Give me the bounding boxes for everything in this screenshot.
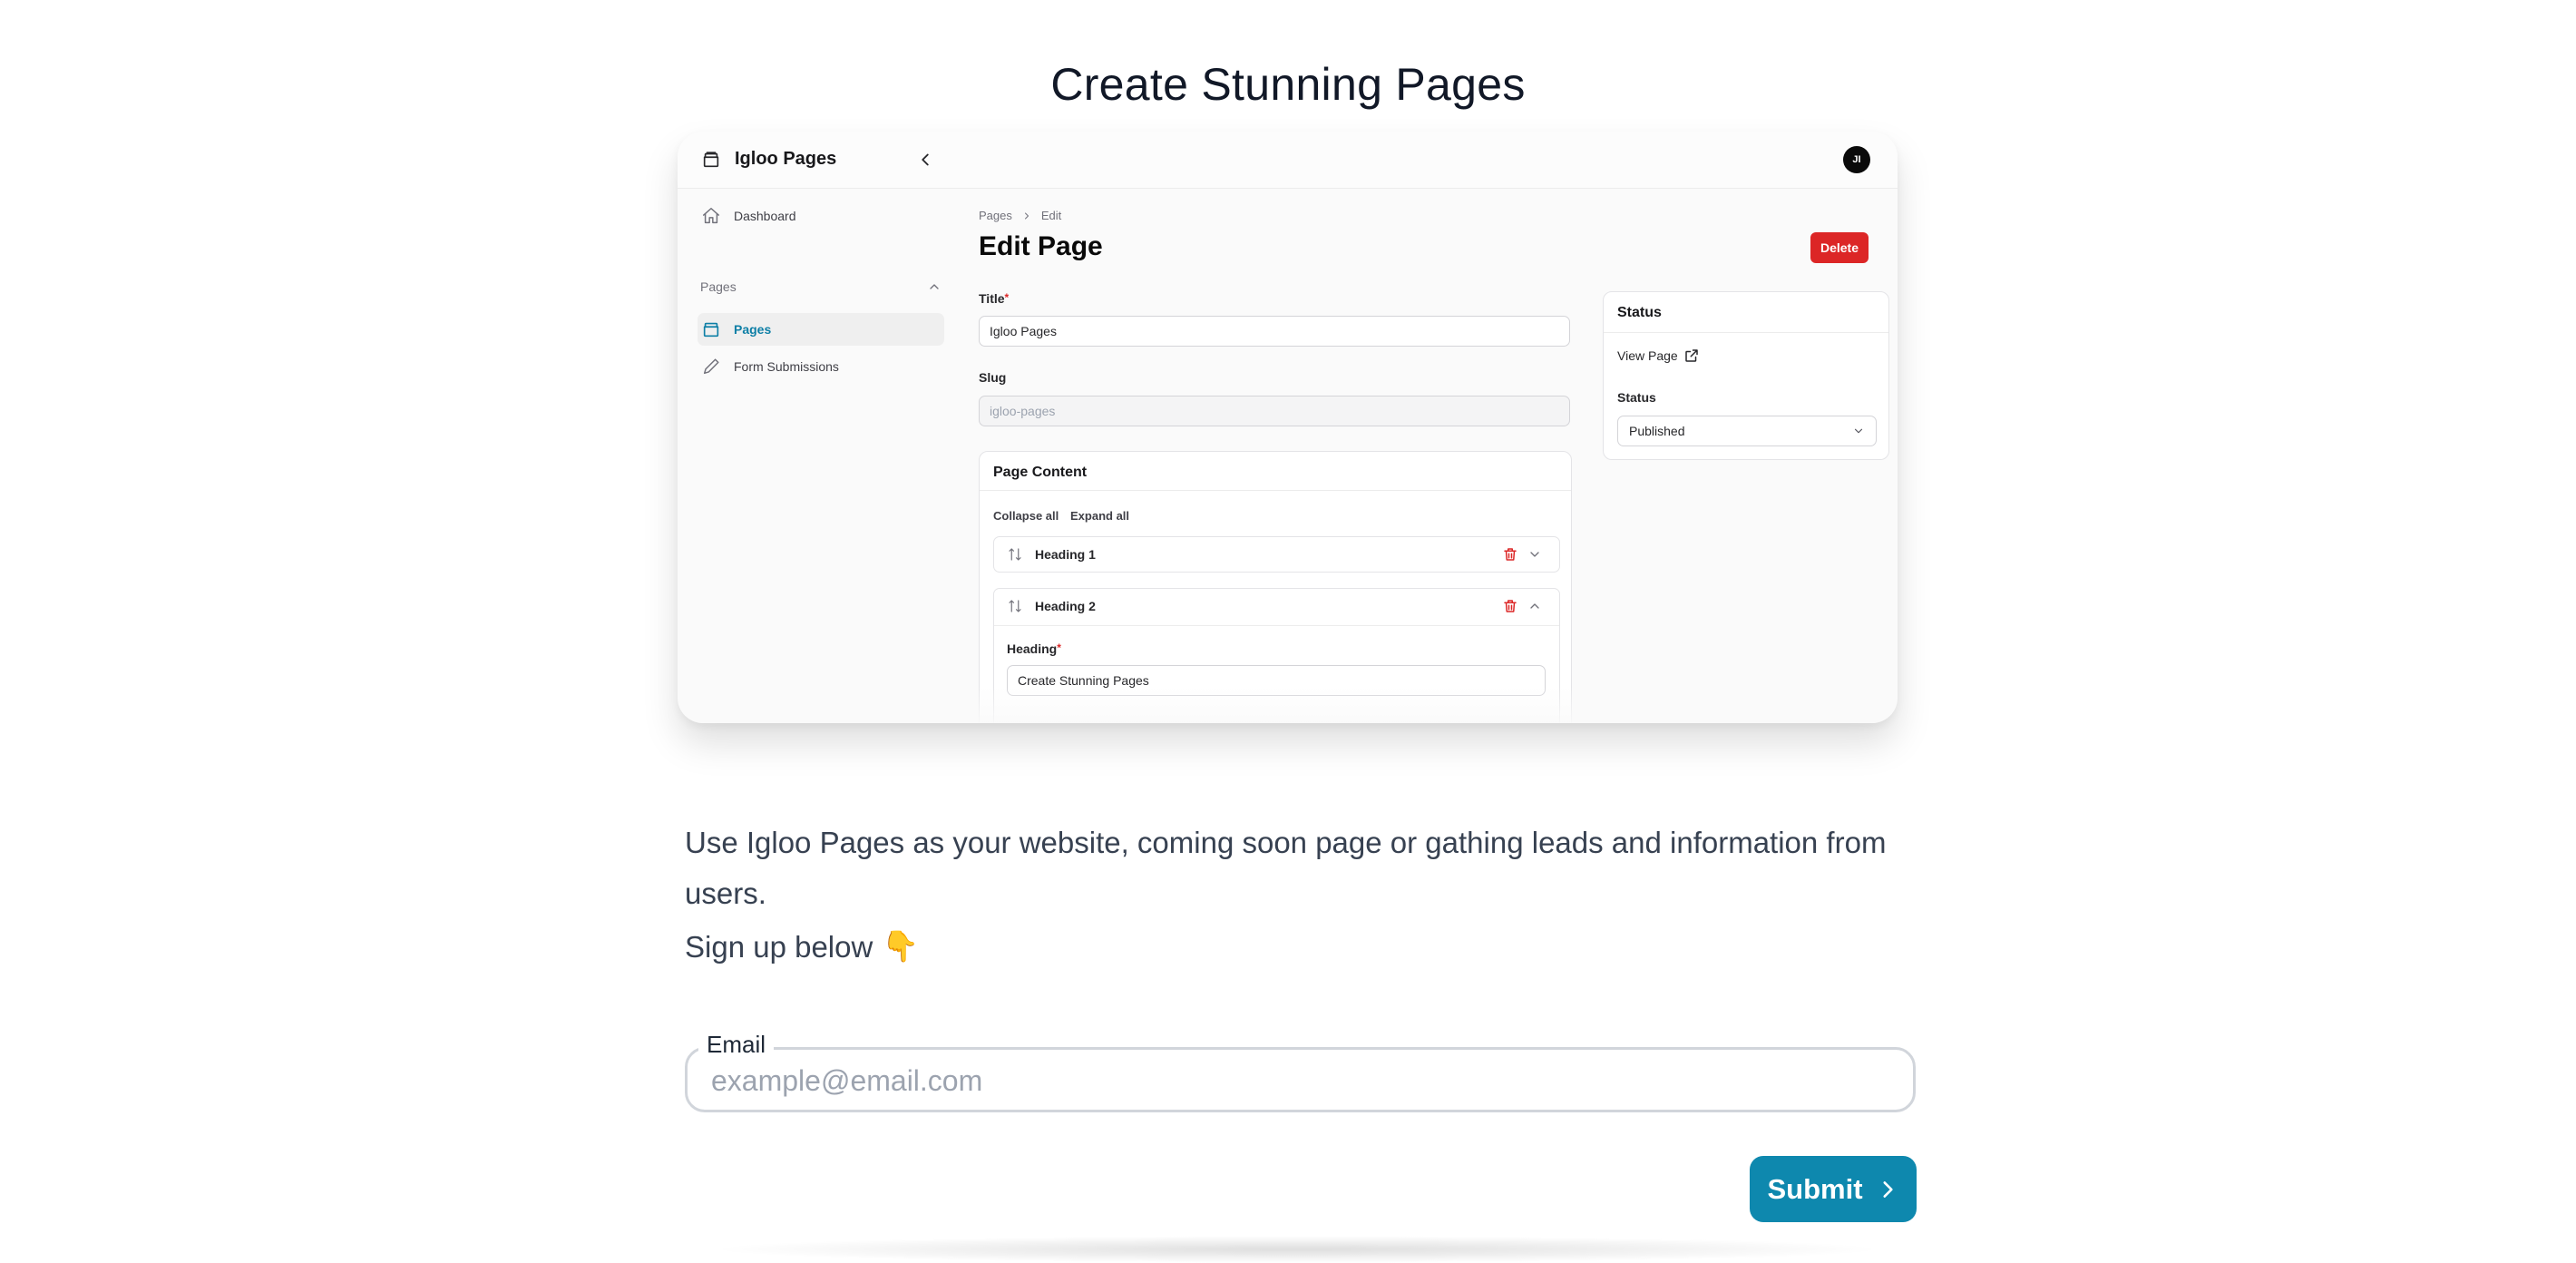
content-block[interactable]: Heading 1: [993, 536, 1560, 573]
box-icon: [703, 322, 719, 338]
chevron-down-icon[interactable]: [1527, 547, 1542, 562]
expand-all-button[interactable]: Expand all: [1070, 509, 1129, 523]
reorder-icon[interactable]: [1007, 546, 1023, 563]
card-title: Status: [1617, 305, 1662, 320]
external-link-icon: [1684, 349, 1698, 362]
pencil-icon: [703, 358, 719, 375]
card-title: Page Content: [993, 465, 1088, 480]
sidebar-item-label: Form Submissions: [734, 359, 839, 374]
app-screenshot-preview: Igloo Pages JI Dashboard Pages Pages For…: [678, 132, 1898, 723]
preview-heading: Edit Page: [979, 231, 1103, 261]
chevron-down-icon: [1854, 428, 1863, 434]
sidebar-item-label: Pages: [734, 322, 772, 337]
sidebar-item-form-submissions[interactable]: Form Submissions: [698, 350, 944, 383]
delete-button[interactable]: Delete: [1810, 232, 1869, 263]
preview-fade: [678, 687, 1898, 723]
slug-label: Slug: [979, 370, 1007, 385]
breadcrumb: Pages Edit: [979, 209, 1061, 222]
preview-brand: Igloo Pages: [735, 149, 837, 169]
title-field[interactable]: Igloo Pages: [979, 316, 1570, 347]
submit-button[interactable]: Submit: [1750, 1156, 1917, 1222]
view-page-link[interactable]: View Page: [1617, 348, 1700, 364]
sidebar-group-label: Pages: [700, 279, 737, 294]
status-card: Status View Page Status Published: [1603, 291, 1889, 460]
email-field[interactable]: [685, 1047, 1916, 1112]
breadcrumb-item[interactable]: Pages: [979, 209, 1012, 222]
breadcrumb-item: Edit: [1040, 209, 1062, 222]
chevron-up-icon: [930, 284, 939, 289]
trash-icon[interactable]: [1502, 598, 1518, 614]
page-content-card: Page Content Collapse all Expand all Hea…: [979, 451, 1572, 723]
sidebar-item-pages[interactable]: Pages: [698, 313, 944, 346]
signup-prompt: Sign up below 👇: [685, 929, 919, 964]
sidebar-item-dashboard[interactable]: Dashboard: [698, 200, 944, 232]
collapse-all-button[interactable]: Collapse all: [993, 509, 1059, 523]
email-label: Email: [698, 1031, 775, 1059]
chevron-right-icon: [1024, 212, 1029, 219]
signup-text: Sign up below: [685, 929, 873, 964]
status-value: Published: [1629, 424, 1685, 438]
trash-icon[interactable]: [1502, 546, 1518, 563]
divider: [980, 490, 1571, 491]
avatar[interactable]: JI: [1843, 146, 1870, 173]
block-title: Heading 2: [1035, 599, 1096, 613]
box-icon: [703, 152, 719, 168]
home-icon: [703, 208, 719, 224]
reorder-icon[interactable]: [1007, 598, 1023, 614]
lead-paragraph: Use Igloo Pages as your website, coming …: [685, 826, 1887, 910]
chevron-right-icon: [1882, 1180, 1893, 1198]
heading-label: Heading*: [1007, 641, 1061, 656]
bottom-shadow: [707, 1236, 1887, 1263]
sidebar-item-label: Dashboard: [734, 209, 796, 223]
status-label: Status: [1617, 390, 1656, 405]
divider: [1604, 332, 1888, 333]
slug-field[interactable]: igloo-pages: [979, 396, 1570, 426]
chevron-left-icon[interactable]: [915, 150, 935, 170]
title-label: Title*: [979, 291, 1010, 306]
block-title: Heading 1: [1035, 547, 1096, 562]
email-input[interactable]: [709, 1050, 1892, 1111]
preview-topbar: [678, 132, 1898, 189]
view-page-label: View Page: [1617, 348, 1678, 363]
pointing-down-icon: 👇: [882, 929, 920, 963]
submit-label: Submit: [1767, 1172, 1863, 1205]
page-title: Create Stunning Pages: [1050, 58, 1526, 110]
status-select[interactable]: Published: [1617, 416, 1877, 446]
sidebar-group-pages[interactable]: Pages: [700, 279, 942, 294]
chevron-up-icon[interactable]: [1527, 599, 1542, 613]
divider: [994, 625, 1559, 626]
